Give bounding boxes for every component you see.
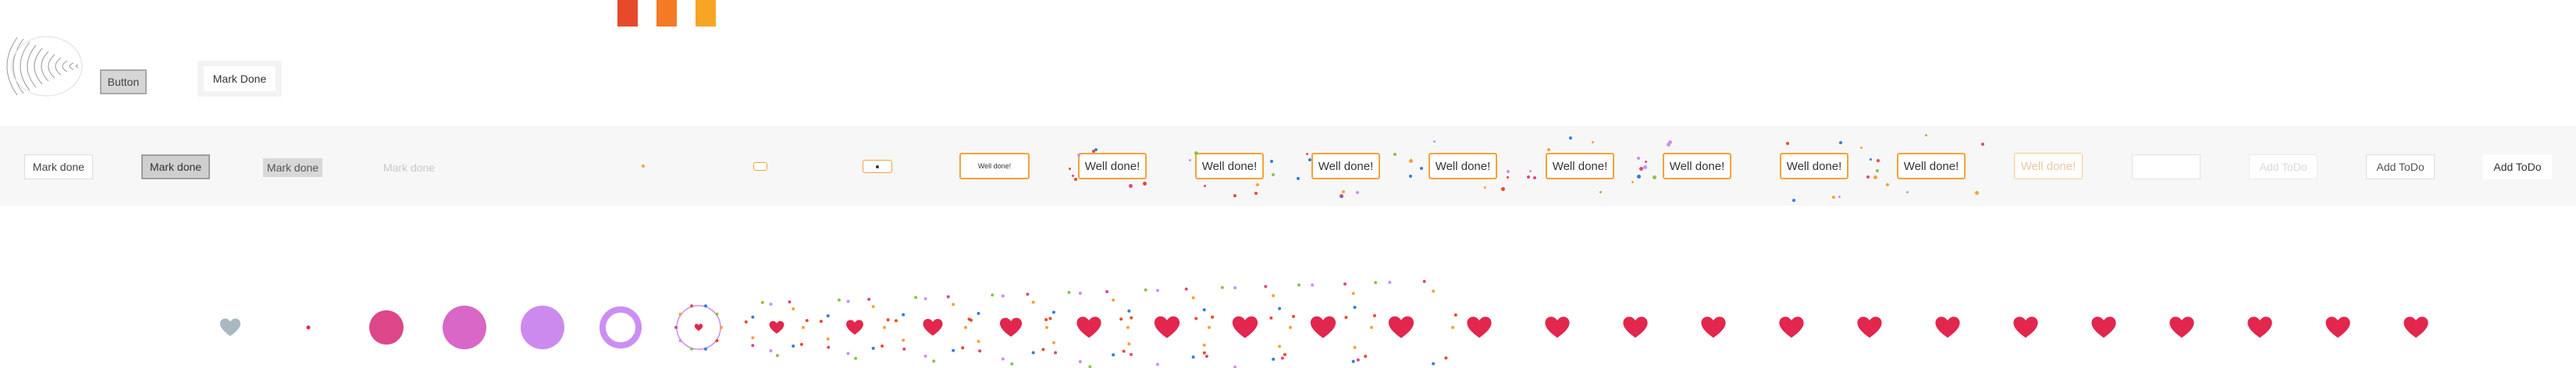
well-done-chip: Well done!	[1429, 153, 1497, 179]
confetti-dot	[1271, 173, 1275, 177]
confetti-dot	[1409, 174, 1413, 178]
confetti-dot	[1355, 190, 1359, 194]
burst-heart-frame	[819, 297, 890, 360]
violet-circle-frame	[519, 304, 566, 351]
well-done-label: Well done!	[977, 162, 1012, 170]
well-done-chip: Well done!	[1195, 153, 1264, 179]
confetti-dot	[1924, 133, 1927, 136]
mark-done-card: Mark Done	[197, 61, 282, 97]
burst-heart-frame	[744, 300, 809, 357]
mark-done-label: Mark done	[32, 161, 85, 173]
well-done-label: Well done!	[1318, 159, 1374, 173]
confetti-dot	[1859, 146, 1863, 149]
burst-heart-frame	[894, 295, 971, 363]
well-done-chip: Well done!	[1546, 153, 1614, 179]
mark-done-label: Mark done	[382, 161, 436, 174]
heart-frame	[2002, 304, 2049, 351]
mark-done-label: Mark done	[266, 161, 319, 174]
well-done-chip: Well done!	[1780, 153, 1848, 179]
pink-circle-frame	[363, 304, 410, 351]
well-done-chip: Well done!	[1663, 153, 1731, 179]
color-swatch-red	[617, 0, 638, 27]
well-done-label: Well done!	[1201, 159, 1258, 173]
confetti-dot	[1869, 157, 1872, 161]
mark-done-button[interactable]: Mark Done	[203, 66, 276, 91]
well-done-label: Well done!	[1786, 159, 1842, 173]
confetti-dot	[1666, 142, 1670, 147]
well-done-chip: Well done!	[1078, 153, 1147, 179]
burst-heart-frame	[1044, 290, 1133, 368]
confetti-dot	[1342, 189, 1346, 193]
well-done-label: Well done!	[1084, 159, 1140, 173]
add-todo-label: Add ToDo	[2259, 161, 2307, 173]
burst-heart-frame	[1119, 287, 1215, 368]
heart-frame	[2393, 304, 2439, 351]
confetti-dot	[1885, 182, 1889, 186]
heart-frame	[1456, 304, 1503, 351]
mark-done-button-fading[interactable]: Mark done	[379, 158, 439, 177]
add-todo-label: Add ToDo	[2493, 161, 2542, 173]
well-done-label: Well done!	[1669, 159, 1725, 173]
heart-frame	[2314, 304, 2361, 351]
violet-ring-frame	[597, 304, 644, 351]
empty-button[interactable]	[2132, 154, 2201, 179]
grey-heart-frame	[207, 304, 254, 351]
heart-frame	[1690, 304, 1737, 351]
confetti-dot	[1873, 175, 1877, 179]
confetti-dot	[1526, 175, 1530, 179]
confetti-dot	[1094, 147, 1098, 151]
confetti-dot	[1128, 183, 1133, 188]
add-todo-button-final[interactable]: Add ToDo	[2483, 154, 2552, 179]
confetti-dot	[1432, 140, 1436, 143]
prototype-button-label: Button	[107, 76, 140, 88]
add-todo-label: Add ToDo	[2376, 161, 2425, 173]
burst-heart-frame	[1194, 285, 1296, 368]
orange-pill-tiny	[753, 162, 767, 171]
confetti-dot	[1074, 177, 1078, 181]
mark-done-label: Mark done	[149, 161, 202, 173]
confetti-dot	[1305, 153, 1308, 156]
well-done-label: Well done!	[1903, 159, 1959, 173]
well-done-label: Well done!	[1435, 159, 1491, 173]
orange-pill-small	[863, 160, 892, 173]
heart-frame	[1612, 304, 1659, 351]
well-done-chip-fading: Well done!	[2014, 153, 2083, 179]
confetti-dot	[1975, 190, 1980, 195]
add-todo-button[interactable]: Add ToDo	[2366, 154, 2435, 179]
well-done-label: Well done!	[1552, 159, 1608, 173]
red-dot-frame	[285, 304, 332, 351]
add-todo-button-faint[interactable]: Add ToDo	[2249, 154, 2318, 179]
confetti-dot	[1599, 190, 1602, 193]
orange-dot	[642, 165, 645, 168]
prototype-button[interactable]: Button	[100, 69, 147, 94]
well-done-chip: Well done!	[1311, 153, 1380, 179]
confetti-dot	[1905, 191, 1909, 193]
heart-frame	[1534, 304, 1581, 351]
heart-frame	[1846, 304, 1893, 351]
burst-heart-frame	[970, 292, 1052, 366]
burst-heart-frame	[1344, 279, 1457, 366]
heart-frame	[1924, 304, 1971, 351]
heart-frame	[1768, 304, 1815, 351]
color-swatch-amber	[696, 0, 716, 27]
burst-ring-frame	[674, 304, 723, 351]
heart-frame	[2158, 304, 2205, 351]
heart-frame	[2080, 304, 2127, 351]
confetti-dot	[1233, 194, 1236, 198]
ripple-effect-graphic	[0, 31, 86, 101]
mark-done-button-default[interactable]: Mark done	[24, 154, 93, 179]
color-swatch-orange	[656, 0, 677, 27]
magenta-circle-frame	[441, 304, 488, 351]
well-done-label: Well done!	[2020, 159, 2076, 173]
confetti-dot	[1981, 142, 1985, 146]
confetti-dot	[1068, 167, 1071, 170]
mark-done-button-pressed[interactable]: Mark done	[141, 154, 210, 179]
mark-done-button-grey[interactable]: Mark done	[263, 158, 322, 177]
heart-frame	[2236, 304, 2283, 351]
well-done-chip: Well done!	[1897, 153, 1966, 179]
well-done-chip-small: Well done!	[959, 153, 1030, 179]
burst-heart-frame	[1269, 282, 1376, 363]
